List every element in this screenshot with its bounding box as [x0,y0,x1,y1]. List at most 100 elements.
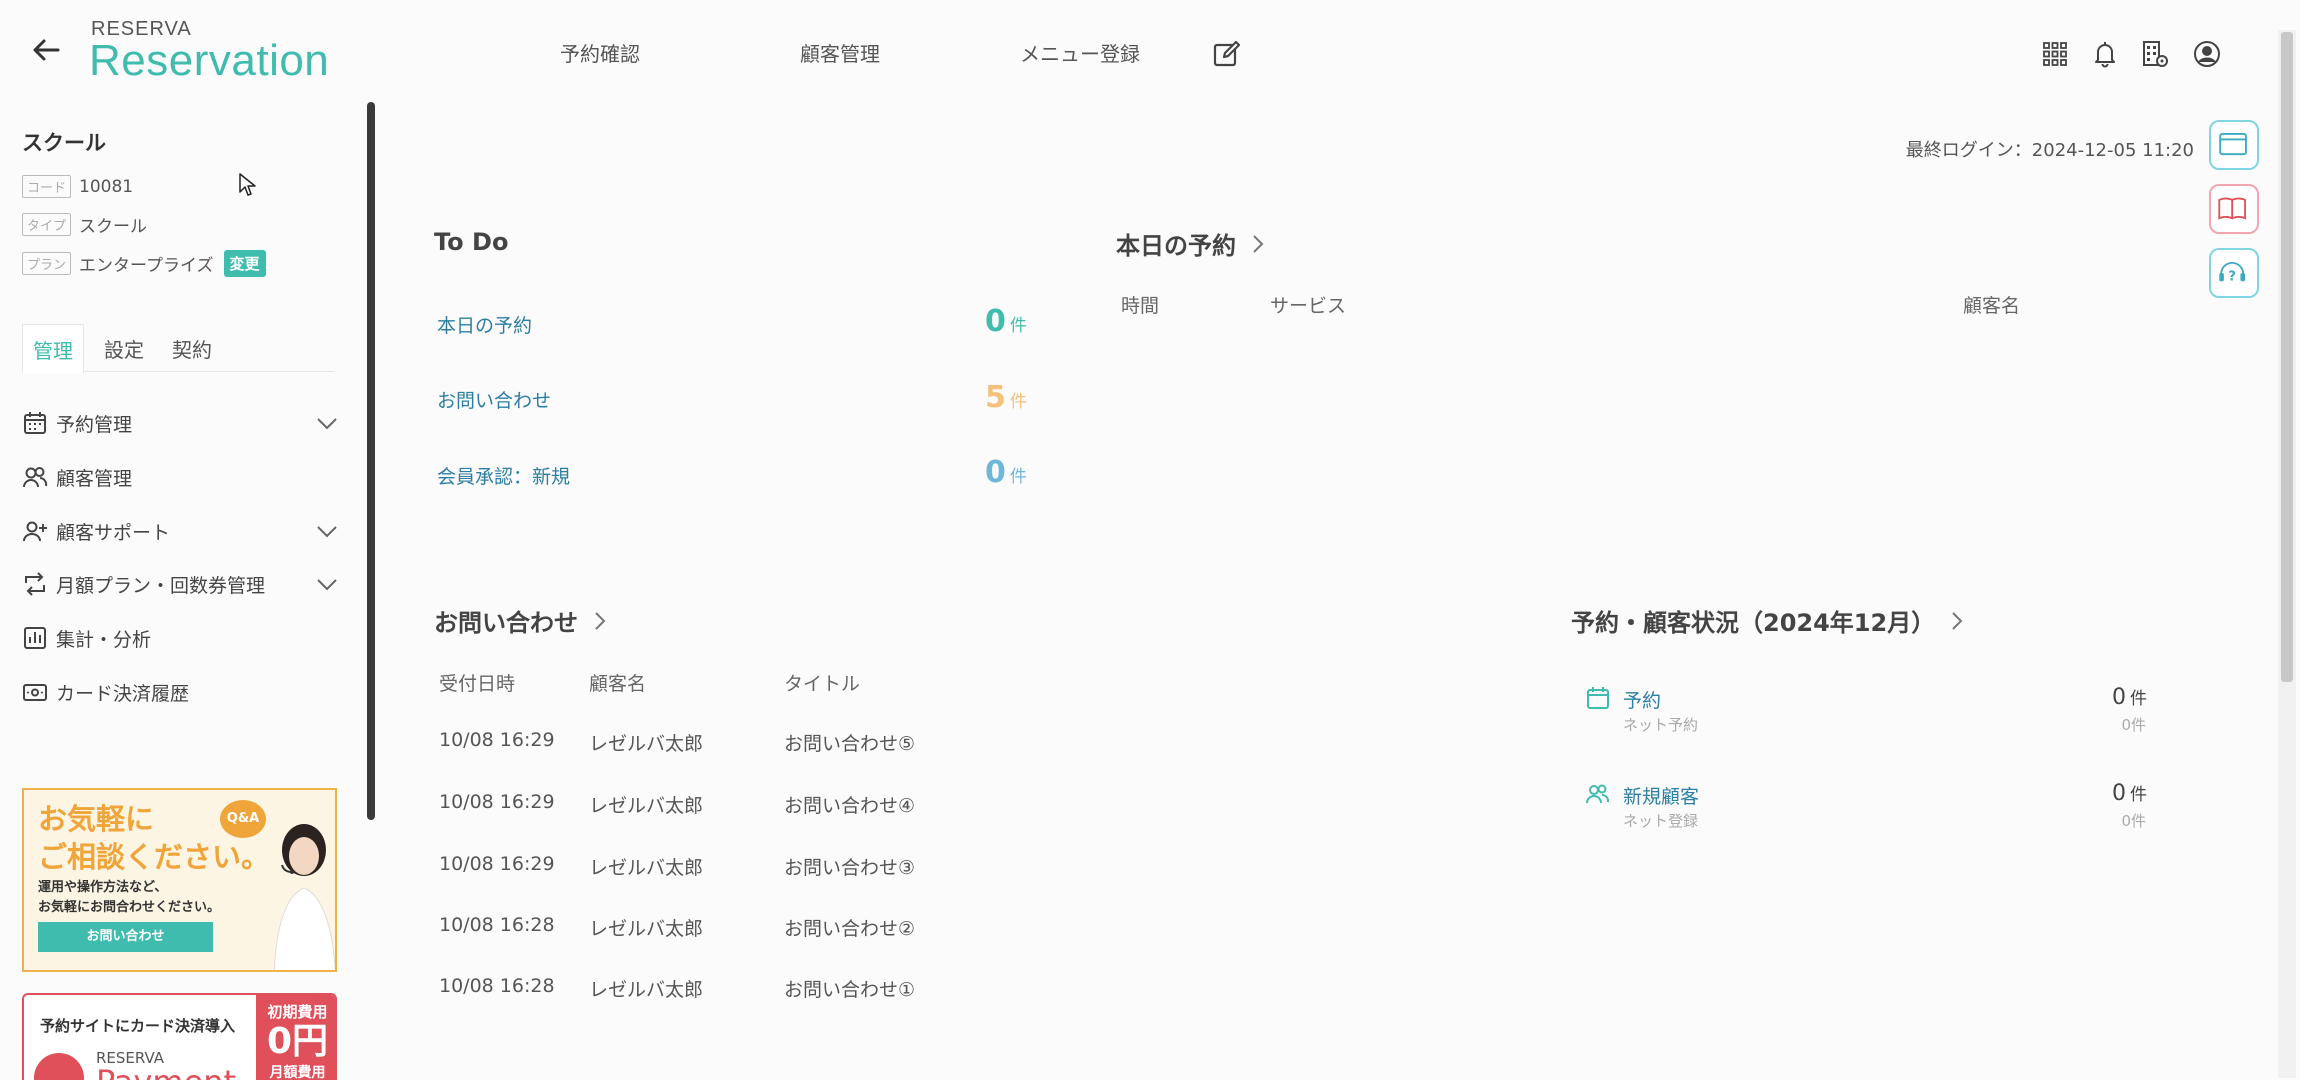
inquiries-title-text: お問い合わせ [434,609,578,637]
status-title-text: 予約・顧客状況（2024年12月） [1571,609,1936,637]
inquiry-title[interactable]: お問い合わせ① [784,975,915,1002]
todo-today-reservations[interactable]: 本日の予約 [437,311,532,338]
back-arrow-icon[interactable] [30,36,62,64]
brand-logo[interactable]: Reservation [89,36,329,86]
change-plan-button[interactable]: 変更 [223,250,266,277]
count-unit: 件 [1009,392,1027,412]
chevron-down-icon [317,418,337,430]
inquiries-title[interactable]: お問い合わせ [434,603,608,638]
banner-subtitle: 運用や操作方法など、 お気軽にお問合わせください。 [38,878,220,918]
today-reservations-title-text: 本日の予約 [1116,232,1236,260]
book-icon [2218,197,2246,220]
sidebar-item-label: 月額プラン・回数券管理 [56,574,266,597]
sidebar-item-monthly-plan[interactable]: 月額プラン・回数券管理 [22,566,338,602]
status-new-customers-label[interactable]: 新規顧客 [1623,782,1699,809]
nav-menu-registration[interactable]: メニュー登録 [1020,38,1140,67]
inquiry-date: 10/08 16:29 [439,729,555,751]
chevron-right-icon [1253,234,1264,253]
status-title[interactable]: 予約・顧客状況（2024年12月） [1571,603,1965,638]
plan-tag: プラン [22,252,72,275]
card-payment-banner[interactable]: 予約サイトにカード決済導入 RESERVA Payment 初期費用 0円 月額… [22,993,337,1080]
inquiry-customer: レゼルバ太郎 [589,918,704,940]
inquiry-date: 10/08 16:28 [439,975,555,997]
todo-inquiries[interactable]: お問い合わせ [437,386,551,413]
contact-banner[interactable]: お気軽に ご相談ください。 Q&A 運用や操作方法など、 お気軽にお問合わせくだ… [22,788,337,972]
page-scrollbar[interactable] [2278,30,2296,1078]
inquiry-title[interactable]: お問い合わせ④ [784,791,915,818]
calendar-icon [1587,687,1609,709]
badge-line2: 0円 [266,1021,329,1062]
banner-title-line2: ご相談ください。 [38,840,271,874]
banner-contact-button[interactable]: お問い合わせ [38,922,213,952]
building-settings-icon[interactable] [2140,39,2170,69]
account-avatar-icon[interactable] [2192,39,2222,69]
shop-type-row: タイプ スクール [22,212,147,237]
count-value: 0 [985,455,1006,490]
tab-settings[interactable]: 設定 [94,330,154,367]
apps-grid-icon[interactable] [2040,39,2070,69]
inquiry-title[interactable]: お問い合わせ⑤ [784,729,915,756]
status-reservations-subvalue: 0件 [2121,716,2146,734]
manual-book-button[interactable] [2209,184,2259,234]
sidebar-item-customer-management[interactable]: 顧客管理 [22,459,338,495]
support-help-button[interactable]: ? [2209,248,2259,298]
shop-name: スクール [22,131,106,155]
sidebar-tabs: 管理 設定 契約 [22,322,334,373]
top-header: RESERVA Reservation 予約確認 顧客管理 メニュー登録 [0,0,2300,100]
shop-plan-value: エンタープライズ [79,256,214,276]
inquiries-col-title: タイトル [784,673,861,695]
todo-title-text: To Do [434,228,509,256]
bell-icon[interactable] [2090,39,2120,69]
chevron-right-icon [595,611,606,630]
value-unit: 件 [2130,689,2147,709]
shop-code-value: 10081 [79,176,134,197]
status-reservations-sub: ネット予約 [1623,716,1699,734]
sidebar-item-label: 顧客管理 [56,467,133,490]
today-reservations-title[interactable]: 本日の予約 [1116,226,1266,261]
chevron-right-icon [1952,611,1963,630]
todo-member-approval-count: 0件 [985,455,1027,490]
status-new-customers-value: 0件 [2112,780,2147,806]
payment-logo-big: Payment [96,1063,236,1080]
status-new-customers-sub: ネット登録 [1623,812,1699,830]
shop-type-value: スクール [79,217,148,237]
nav-customer-management[interactable]: 顧客管理 [800,38,880,67]
payment-logo-icon [34,1053,84,1080]
edit-icon[interactable] [1212,39,1242,69]
sidebar-item-customer-support[interactable]: 顧客サポート [22,513,338,549]
status-new-customers-subvalue: 0件 [2121,812,2146,830]
sidebar-item-reservation-management[interactable]: 予約管理 [22,405,338,441]
todo-title: To Do [434,228,508,256]
inquiries-col-date: 受付日時 [439,673,516,695]
tab-contract[interactable]: 契約 [162,330,222,367]
status-reservations-label[interactable]: 予約 [1623,686,1661,713]
bar-chart-icon [24,627,46,649]
nav-reservation-check[interactable]: 予約確認 [560,38,640,67]
sidebar-item-card-payment-history[interactable]: カード決済履歴 [22,674,338,710]
sidebar-scrollbar[interactable] [367,102,375,820]
today-col-time: 時間 [1121,295,1160,317]
shop-code-row: コード 10081 [22,175,133,198]
todo-member-approval[interactable]: 会員承認：新規 [437,462,570,489]
browser-window-button[interactable] [2209,120,2259,170]
user-plus-icon [23,521,47,542]
sidebar-item-label: 予約管理 [56,413,133,436]
todo-today-count: 0件 [985,304,1027,339]
tab-management[interactable]: 管理 [22,324,84,373]
value-number: 0 [2112,781,2126,806]
inquiry-date: 10/08 16:29 [439,791,555,813]
page-scroll-thumb[interactable] [2281,32,2293,682]
inquiry-customer: レゼルバ太郎 [589,857,704,879]
inquiry-title[interactable]: お問い合わせ③ [784,853,915,880]
users-icon [1586,784,1610,804]
repeat-icon [25,572,45,596]
sidebar-item-analytics[interactable]: 集計・分析 [22,620,338,656]
card-icon [23,684,47,701]
banner-subtitle-line2: お気軽にお問合わせください。 [38,900,221,915]
inquiry-date: 10/08 16:28 [439,914,555,936]
value-unit: 件 [2130,785,2147,805]
users-icon [23,467,48,488]
initial-fee-badge: 初期費用 0円 月額費用 [256,995,335,1080]
type-tag: タイプ [22,213,72,236]
inquiry-title[interactable]: お問い合わせ② [784,914,915,941]
